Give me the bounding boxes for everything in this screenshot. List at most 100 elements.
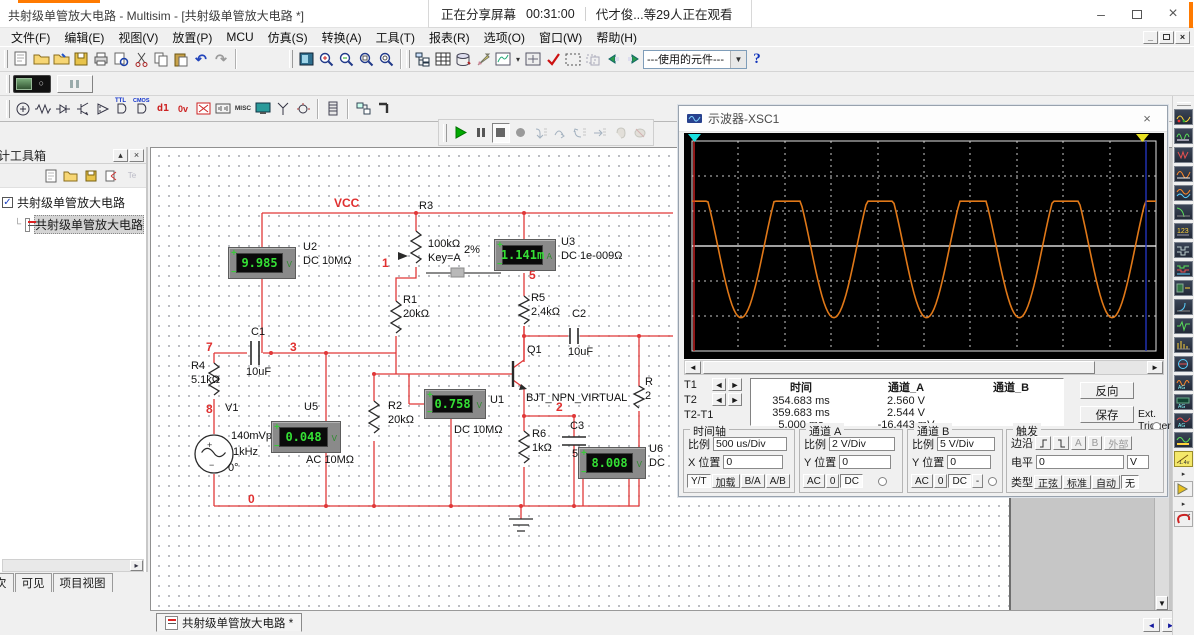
close-button[interactable]: ×	[1157, 2, 1189, 26]
c2-value[interactable]: 10uF	[568, 346, 593, 358]
hscroll-right-arrow[interactable]: ▸	[130, 560, 143, 571]
menu-mcu[interactable]: MCU	[219, 29, 260, 45]
iv-analyzer-icon[interactable]	[1174, 299, 1193, 315]
help-icon[interactable]: ?	[747, 49, 767, 69]
r4-value[interactable]: 5.1kΩ	[191, 374, 220, 386]
r6-value[interactable]: 1kΩ	[532, 442, 552, 454]
spectrum-analyzer-icon[interactable]	[1174, 337, 1193, 353]
toolbar-grip[interactable]	[443, 124, 447, 142]
u2-ref[interactable]: U2	[303, 241, 317, 253]
channel-b-ypos-input[interactable]: 0	[947, 455, 991, 469]
t1-left-button[interactable]: ◄	[712, 378, 726, 391]
trigger-source-ext-button[interactable]: 外部	[1104, 436, 1132, 450]
u5-mode[interactable]: AC 10MΩ	[306, 454, 354, 466]
channel-b-scale-input[interactable]: 5 V/Div	[937, 437, 995, 451]
menu-transfer[interactable]: 转换(A)	[315, 28, 369, 47]
diode-components-icon[interactable]	[53, 99, 73, 119]
falling-edge-button[interactable]	[1053, 436, 1069, 450]
project-checkbox[interactable]: ✓	[2, 197, 13, 208]
region-icon[interactable]	[583, 49, 603, 69]
four-channel-scope-icon[interactable]	[1174, 185, 1193, 201]
r3-key[interactable]: Key=A	[428, 252, 461, 264]
channel-b-minus-button[interactable]: -	[972, 474, 983, 488]
distortion-analyzer-icon[interactable]	[1174, 318, 1193, 334]
channel-b-zero-button[interactable]: 0	[934, 474, 948, 488]
c2-ref[interactable]: C2	[572, 308, 586, 320]
u2-mode[interactable]: DC 10MΩ	[303, 255, 352, 267]
toolbox-hscrollbar[interactable]: ▸	[2, 559, 144, 572]
pause-simulation-icon[interactable]	[472, 123, 490, 143]
stop-simulation-icon[interactable]	[492, 123, 510, 143]
r3-value[interactable]: 100kΩ	[428, 238, 460, 250]
step-into-icon[interactable]	[532, 123, 550, 143]
remove-breakpoints-icon[interactable]	[631, 123, 649, 143]
scope-scroll-track[interactable]	[701, 361, 1147, 374]
menu-options[interactable]: 选项(O)	[477, 28, 532, 47]
grapher-dropdown-icon[interactable]: ▾	[513, 49, 523, 69]
function-generator-icon[interactable]	[1174, 128, 1193, 144]
mdi-restore-button[interactable]	[1159, 31, 1174, 44]
t2-left-button[interactable]: ◄	[712, 393, 726, 406]
current-clamp-icon[interactable]	[1174, 511, 1193, 527]
rl-value[interactable]: 2	[645, 390, 651, 402]
menu-place[interactable]: 放置(P)	[165, 28, 219, 47]
run-to-cursor-icon[interactable]	[591, 123, 609, 143]
analog-components-icon[interactable]	[93, 99, 113, 119]
r5-value[interactable]: 2.4kΩ	[531, 306, 560, 318]
rename-icon[interactable]: Te	[122, 166, 142, 186]
r1-ref[interactable]: R1	[403, 294, 417, 306]
menu-reports[interactable]: 报表(R)	[422, 28, 477, 47]
new-file-icon[interactable]	[11, 49, 31, 69]
labview-dropdown-arrow[interactable]: ▸	[1182, 500, 1186, 508]
ab-mode-button[interactable]: A/B	[766, 474, 790, 488]
pause-switch[interactable]	[57, 75, 93, 93]
save-icon[interactable]	[71, 49, 91, 69]
trigger-source-a-button[interactable]: A	[1071, 436, 1086, 450]
source-components-icon[interactable]	[13, 99, 33, 119]
vcc-label[interactable]: VCC	[334, 196, 359, 210]
logic-converter-icon[interactable]	[1174, 280, 1193, 296]
multimeter-u3[interactable]: +− 1.141mA	[494, 239, 556, 271]
print-preview-icon[interactable]	[111, 49, 131, 69]
u3-ref[interactable]: U3	[561, 236, 575, 248]
multimeter-u2[interactable]: +− 9.985V	[228, 247, 296, 279]
bus-icon[interactable]	[373, 99, 393, 119]
rf-components-icon[interactable]	[273, 99, 293, 119]
scope-scroll-thumb[interactable]	[703, 361, 1095, 374]
open-sample-icon[interactable]	[51, 49, 71, 69]
t2-right-button[interactable]: ►	[728, 393, 742, 406]
r3-percent[interactable]: 2%	[464, 244, 480, 256]
logic-analyzer-icon[interactable]	[1174, 261, 1193, 277]
u3-mode[interactable]: DC 1e-009Ω	[561, 250, 622, 262]
cut-icon[interactable]	[131, 49, 151, 69]
database-manager-icon[interactable]	[453, 49, 473, 69]
wattmeter-icon[interactable]	[1174, 147, 1193, 163]
r3-ref[interactable]: R3	[419, 200, 433, 212]
run-simulation-icon[interactable]	[452, 123, 470, 143]
project-tree-root[interactable]: ✓ 共射级单管放大电路	[0, 192, 146, 213]
advanced-peripherals-icon[interactable]	[253, 99, 273, 119]
reverse-button[interactable]: 反向	[1080, 382, 1134, 399]
step-out-icon[interactable]	[571, 123, 589, 143]
step-over-icon[interactable]	[552, 123, 570, 143]
bode-plotter-icon[interactable]	[1174, 204, 1193, 220]
redo-icon[interactable]: ↷	[211, 49, 231, 69]
trigger-normal-button[interactable]: 标准	[1063, 475, 1091, 489]
r6-ref[interactable]: R6	[532, 428, 546, 440]
channel-a-zero-button[interactable]: 0	[826, 474, 840, 488]
back-annotate-icon[interactable]	[603, 49, 623, 69]
word-generator-icon[interactable]	[1174, 242, 1193, 258]
lab-view-instrument-icon[interactable]	[1174, 481, 1193, 497]
cmos-components-icon[interactable]: CMOS	[133, 99, 153, 119]
print-icon[interactable]	[91, 49, 111, 69]
share-viewers[interactable]: 代才俊...等29人正在观看	[596, 4, 733, 23]
panel-close-button[interactable]: ×	[129, 149, 144, 162]
toolbar-grip[interactable]	[6, 100, 10, 118]
panel-dock-button[interactable]: ▴	[113, 149, 128, 162]
tab-hierarchy-partial[interactable]: 次	[0, 573, 14, 592]
trigger-level-unit[interactable]: V	[1127, 455, 1149, 469]
agilent-multimeter-icon[interactable]: AG	[1174, 394, 1193, 410]
menu-tools[interactable]: 工具(T)	[369, 28, 422, 47]
restore-button[interactable]	[1121, 2, 1153, 26]
transistor-components-icon[interactable]	[73, 99, 93, 119]
